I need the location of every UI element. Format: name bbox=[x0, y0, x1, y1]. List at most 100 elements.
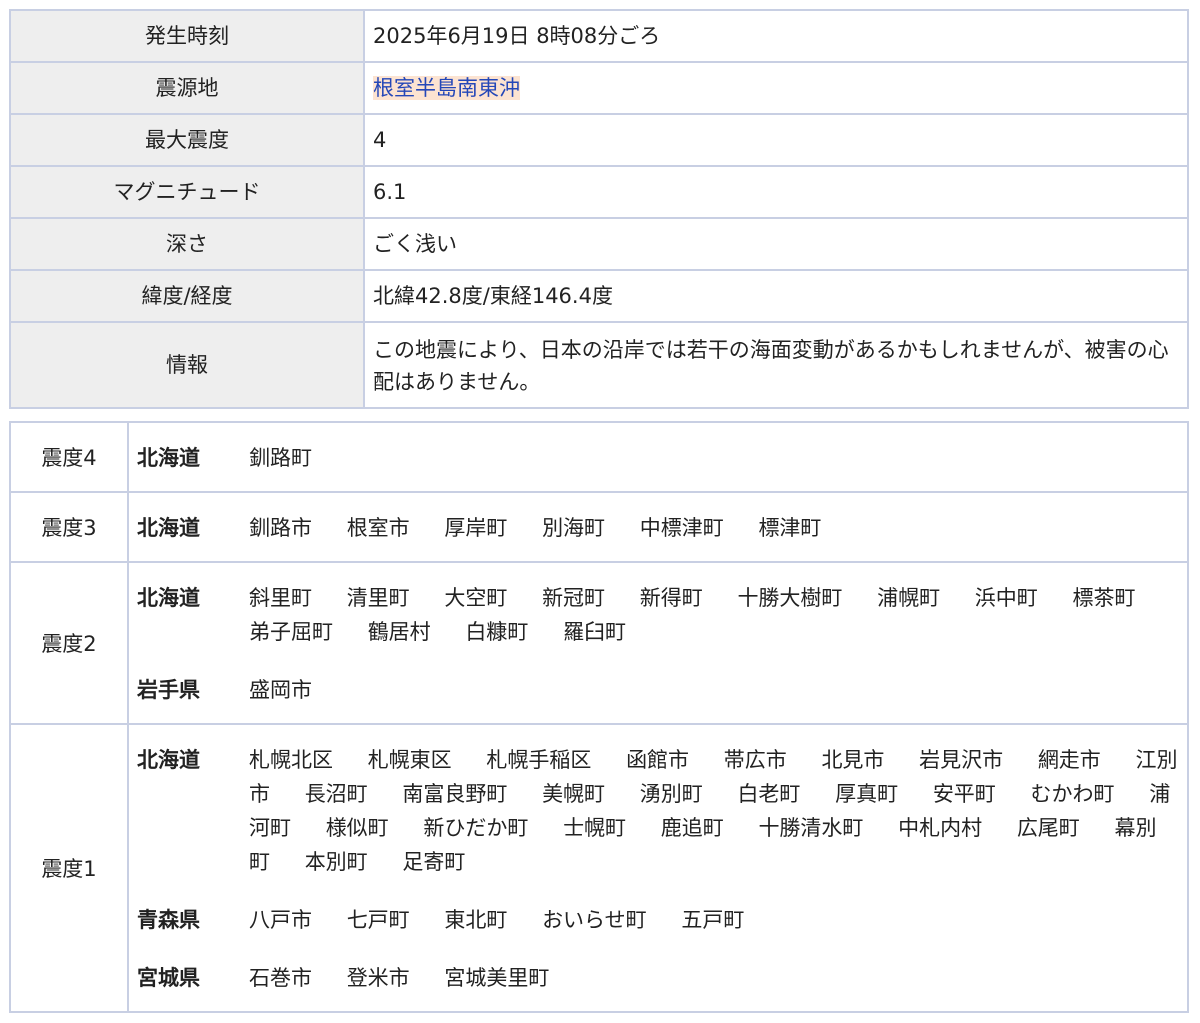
city-name: 七戸町 bbox=[346, 908, 410, 932]
city-name: 宮城美里町 bbox=[444, 966, 550, 990]
value-depth: ごく浅い bbox=[363, 217, 1189, 271]
city-name: 函館市 bbox=[626, 748, 690, 772]
prefecture-group: 宮城県 石巻市 登米市 宮城美里町 bbox=[129, 937, 1187, 1011]
label-coordinates: 緯度/経度 bbox=[9, 269, 365, 323]
earthquake-info-table: 発生時刻 2025年6月19日 8時08分ごろ 震源地 根室半島南東沖 最大震度… bbox=[9, 9, 1189, 409]
city-list: 盛岡市 bbox=[249, 673, 1187, 707]
city-name: 鶴居村 bbox=[367, 620, 431, 644]
intensity-areas: 北海道 釧路町 bbox=[127, 421, 1189, 493]
city-name: 羅臼町 bbox=[563, 620, 627, 644]
city-name: 大空町 bbox=[444, 586, 508, 610]
intensity-table: 震度4 北海道 釧路町 震度3 北海道 釧路市 根室市 厚岸町 別海町 中標津町 標津町… bbox=[9, 421, 1189, 1013]
label-information: 情報 bbox=[9, 321, 365, 409]
city-name: 八戸市 bbox=[249, 908, 312, 932]
city-name: 清里町 bbox=[346, 586, 410, 610]
prefecture-name: 宮城県 bbox=[137, 966, 200, 990]
intensity-row: 震度3 北海道 釧路市 根室市 厚岸町 別海町 中標津町 標津町 bbox=[9, 491, 1189, 563]
city-name: 安平町 bbox=[932, 782, 996, 806]
city-list: 斜里町 清里町 大空町 新冠町 新得町 十勝大樹町 浦幌町 浜中町 標茶町 弟子… bbox=[249, 581, 1187, 649]
label-depth: 深さ bbox=[9, 217, 365, 271]
label-max-intensity: 最大震度 bbox=[9, 113, 365, 167]
city-name: 根室市 bbox=[346, 516, 410, 540]
prefecture-name: 北海道 bbox=[137, 586, 200, 610]
intensity-row: 震度4 北海道 釧路町 bbox=[9, 421, 1189, 493]
info-row-epicenter: 震源地 根室半島南東沖 bbox=[9, 61, 1189, 115]
city-name: 東北町 bbox=[444, 908, 508, 932]
intensity-areas: 北海道 札幌北区 札幌東区 札幌手稲区 函館市 帯広市 北見市 岩見沢市 網走市 … bbox=[127, 723, 1189, 1013]
city-name: 網走市 bbox=[1037, 748, 1101, 772]
intensity-row: 震度2 北海道 斜里町 清里町 大空町 新冠町 新得町 十勝大樹町 浦幌町 浜中町 … bbox=[9, 561, 1189, 725]
intensity-level: 震度3 bbox=[9, 491, 129, 563]
intensity-areas: 北海道 釧路市 根室市 厚岸町 別海町 中標津町 標津町 bbox=[127, 491, 1189, 563]
city-name: 様似町 bbox=[325, 816, 389, 840]
city-name: 標茶町 bbox=[1072, 586, 1136, 610]
prefecture-group: 北海道 斜里町 清里町 大空町 新冠町 新得町 十勝大樹町 浦幌町 浜中町 標茶町… bbox=[129, 563, 1187, 649]
city-name: おいらせ町 bbox=[542, 908, 647, 932]
prefecture-group: 北海道 釧路市 根室市 厚岸町 別海町 中標津町 標津町 bbox=[129, 493, 1187, 561]
intensity-level: 震度4 bbox=[9, 421, 129, 493]
city-name: 浦幌町 bbox=[877, 586, 941, 610]
city-list: 釧路町 bbox=[249, 441, 1187, 475]
city-name: 標津町 bbox=[758, 516, 822, 540]
intensity-level: 震度2 bbox=[9, 561, 129, 725]
prefecture-group: 北海道 釧路町 bbox=[129, 423, 1187, 491]
city-name: 札幌手稲区 bbox=[486, 748, 592, 772]
value-information: この地震により、日本の沿岸では若干の海面変動があるかもしれませんが、被害の心配は… bbox=[363, 321, 1189, 409]
intensity-level: 震度1 bbox=[9, 723, 129, 1013]
city-name: 別海町 bbox=[542, 516, 606, 540]
city-name: 中標津町 bbox=[639, 516, 724, 540]
value-occurrence-time: 2025年6月19日 8時08分ごろ bbox=[363, 9, 1189, 63]
city-name: 五戸町 bbox=[681, 908, 745, 932]
info-row-coordinates: 緯度/経度 北緯42.8度/東経146.4度 bbox=[9, 269, 1189, 323]
city-name: 新冠町 bbox=[542, 586, 606, 610]
city-name: 足寄町 bbox=[402, 850, 466, 874]
city-name: 十勝大樹町 bbox=[737, 586, 843, 610]
city-name: 岩見沢市 bbox=[919, 748, 1004, 772]
value-max-intensity: 4 bbox=[363, 113, 1189, 167]
city-name: 白老町 bbox=[737, 782, 801, 806]
city-list: 石巻市 登米市 宮城美里町 bbox=[249, 961, 1187, 995]
value-magnitude: 6.1 bbox=[363, 165, 1189, 219]
city-name: むかわ町 bbox=[1030, 782, 1115, 806]
info-row-magnitude: マグニチュード 6.1 bbox=[9, 165, 1189, 219]
city-name: 厚真町 bbox=[835, 782, 899, 806]
label-magnitude: マグニチュード bbox=[9, 165, 365, 219]
city-name: 釧路市 bbox=[249, 516, 312, 540]
city-name: 南富良野町 bbox=[402, 782, 508, 806]
city-name: 札幌東区 bbox=[367, 748, 452, 772]
prefecture-group: 北海道 札幌北区 札幌東区 札幌手稲区 函館市 帯広市 北見市 岩見沢市 網走市 … bbox=[129, 725, 1187, 879]
intensity-areas: 北海道 斜里町 清里町 大空町 新冠町 新得町 十勝大樹町 浦幌町 浜中町 標茶町… bbox=[127, 561, 1189, 725]
city-name: 本別町 bbox=[304, 850, 368, 874]
intensity-row: 震度1 北海道 札幌北区 札幌東区 札幌手稲区 函館市 帯広市 北見市 岩見沢市 網… bbox=[9, 723, 1189, 1013]
city-name: 新ひだか町 bbox=[423, 816, 529, 840]
prefecture-name: 岩手県 bbox=[137, 678, 200, 702]
city-name: 厚岸町 bbox=[444, 516, 508, 540]
city-name: 札幌北区 bbox=[249, 748, 333, 772]
prefecture-group: 岩手県 盛岡市 bbox=[129, 649, 1187, 723]
info-row-message: 情報 この地震により、日本の沿岸では若干の海面変動があるかもしれませんが、被害の… bbox=[9, 321, 1189, 409]
city-list: 札幌北区 札幌東区 札幌手稲区 函館市 帯広市 北見市 岩見沢市 網走市 江別市… bbox=[249, 743, 1187, 879]
value-coordinates: 北緯42.8度/東経146.4度 bbox=[363, 269, 1189, 323]
earthquake-report: 発生時刻 2025年6月19日 8時08分ごろ 震源地 根室半島南東沖 最大震度… bbox=[0, 0, 1200, 1023]
prefecture-name: 北海道 bbox=[137, 516, 200, 540]
city-name: 中札内村 bbox=[898, 816, 983, 840]
prefecture-name: 青森県 bbox=[137, 908, 200, 932]
city-name: 登米市 bbox=[346, 966, 410, 990]
city-name: 広尾町 bbox=[1016, 816, 1080, 840]
city-name: 湧別町 bbox=[639, 782, 703, 806]
label-occurrence-time: 発生時刻 bbox=[9, 9, 365, 63]
city-name: 長沼町 bbox=[304, 782, 368, 806]
info-row-max-intensity: 最大震度 4 bbox=[9, 113, 1189, 167]
value-epicenter-cell: 根室半島南東沖 bbox=[363, 61, 1189, 115]
city-list: 八戸市 七戸町 東北町 おいらせ町 五戸町 bbox=[249, 903, 1187, 937]
city-list: 釧路市 根室市 厚岸町 別海町 中標津町 標津町 bbox=[249, 511, 1187, 545]
prefecture-name: 北海道 bbox=[137, 748, 200, 772]
city-name: 鹿追町 bbox=[660, 816, 724, 840]
prefecture-group: 青森県 八戸市 七戸町 東北町 おいらせ町 五戸町 bbox=[129, 879, 1187, 937]
epicenter-link[interactable]: 根室半島南東沖 bbox=[373, 76, 520, 100]
city-name: 釧路町 bbox=[249, 446, 312, 470]
city-name: 十勝清水町 bbox=[758, 816, 864, 840]
prefecture-name: 北海道 bbox=[137, 446, 200, 470]
city-name: 帯広市 bbox=[723, 748, 787, 772]
city-name: 石巻市 bbox=[249, 966, 312, 990]
